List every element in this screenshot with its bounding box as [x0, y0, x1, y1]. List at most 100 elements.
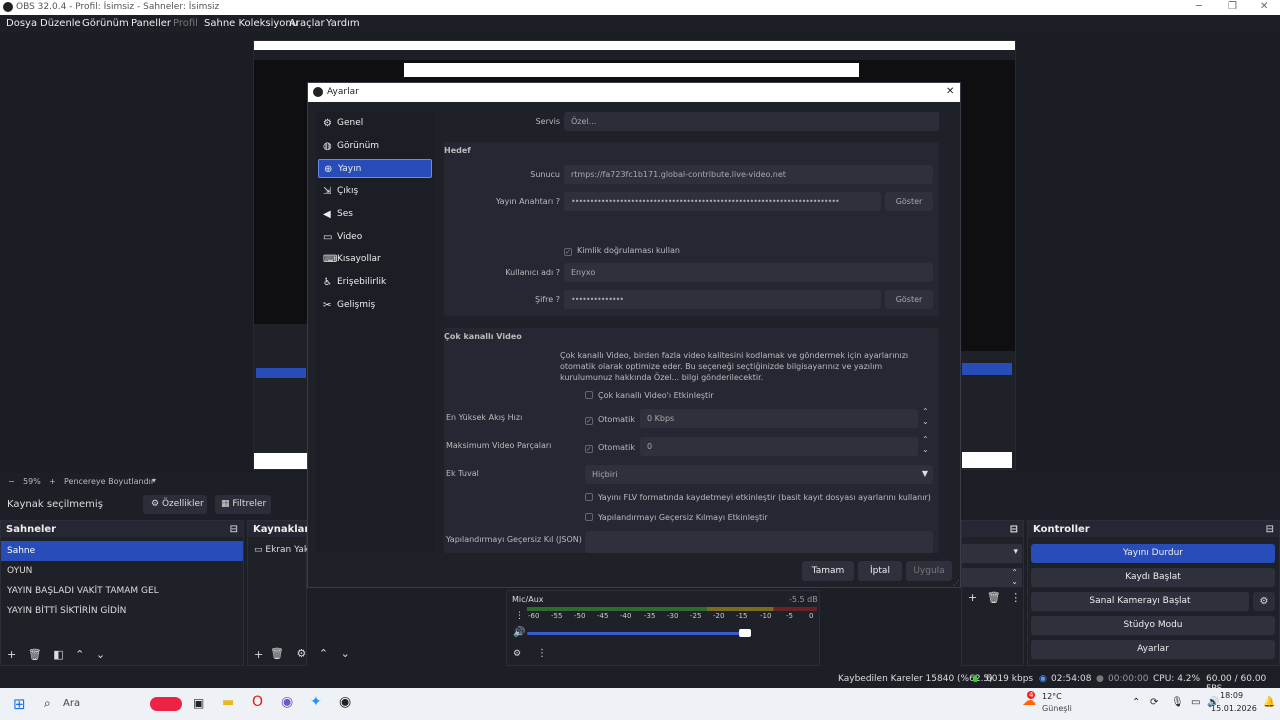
- max-tracks-auto-checkbox[interactable]: ✓ Otomatik: [585, 443, 635, 453]
- menu-dosya[interactable]: Dosya: [6, 18, 37, 29]
- maximize-icon[interactable]: ❐: [1228, 1, 1237, 12]
- close-icon[interactable]: ✕: [1260, 1, 1268, 12]
- cancel-button[interactable]: İptal: [858, 561, 902, 581]
- tray-sync-icon[interactable]: ⟳: [1150, 697, 1158, 708]
- up-arrow-icon[interactable]: ⌃: [75, 648, 84, 661]
- extra-canvas-select[interactable]: Hiçbiri ▼: [585, 465, 933, 484]
- service-select[interactable]: Özel... ▼: [564, 112, 939, 131]
- menu-duzenle[interactable]: Düzenle: [40, 18, 81, 29]
- mixer-more-icon[interactable]: ⋮: [537, 648, 547, 659]
- microphone-icon[interactable]: 🎙: [1171, 697, 1184, 708]
- resize-grip-icon[interactable]: ⋰: [953, 579, 960, 587]
- search-highlight-icon[interactable]: [150, 697, 182, 711]
- settings-scrollbar[interactable]: [939, 107, 949, 553]
- search-icon[interactable]: ⌕: [44, 696, 51, 711]
- filter-icon[interactable]: ◧: [53, 648, 63, 661]
- up-arrow-icon[interactable]: ⌃: [319, 647, 328, 660]
- vcam-settings-gear-icon[interactable]: ⚙: [1253, 592, 1275, 611]
- sidebar-item-erisebilirlik[interactable]: ♿ Erişebilirlik: [318, 273, 432, 292]
- sidebar-item-gorunum[interactable]: ◍ Görünüm: [318, 137, 432, 156]
- mixer-menu-icon[interactable]: ⋮: [515, 611, 524, 621]
- stop-stream-button[interactable]: Yayını Durdur: [1031, 544, 1275, 563]
- start-virtual-camera-button[interactable]: Sanal Kamerayı Başlat: [1031, 592, 1249, 611]
- source-item[interactable]: ▭ Ekran Yak: [254, 545, 309, 555]
- menu-paneller[interactable]: Paneller: [131, 18, 171, 29]
- username-input[interactable]: Enyxo: [564, 263, 933, 282]
- sidebar-item-genel[interactable]: ⚙ Genel: [318, 114, 432, 133]
- flv-checkbox[interactable]: Yayını FLV formatında kaydetmeyi etkinle…: [585, 493, 931, 502]
- show-key-button[interactable]: Göster: [885, 192, 933, 211]
- down-arrow-icon[interactable]: ⌄: [341, 647, 350, 660]
- trash-icon[interactable]: 🗑: [270, 647, 284, 660]
- dialog-close-icon[interactable]: ✕: [946, 86, 954, 97]
- volume-slider[interactable]: [527, 632, 747, 635]
- undock-icon[interactable]: ⊟: [230, 524, 238, 535]
- add-icon[interactable]: +: [968, 591, 977, 604]
- transition-select[interactable]: ▾: [962, 544, 1022, 563]
- minimize-icon[interactable]: ─: [1196, 1, 1202, 12]
- undock-icon[interactable]: ⊟: [1010, 524, 1018, 535]
- tray-chevron-icon[interactable]: ⌃: [1132, 697, 1140, 708]
- scene-item[interactable]: OYUN: [1, 561, 243, 581]
- help-icon[interactable]: ?: [556, 295, 560, 304]
- volume-slider-handle[interactable]: [739, 629, 751, 637]
- config-json-input[interactable]: [585, 531, 933, 553]
- trash-icon[interactable]: 🗑: [28, 648, 42, 661]
- help-icon[interactable]: ?: [556, 197, 560, 206]
- filters-button[interactable]: ▦ Filtreler: [215, 495, 271, 514]
- file-explorer-icon[interactable]: ▬: [222, 695, 234, 710]
- sidebar-item-gelismis[interactable]: ✂ Gelişmiş: [318, 296, 432, 315]
- spinbox-arrows-icon[interactable]: ⌃ ⌄: [922, 435, 929, 455]
- use-auth-checkbox[interactable]: ✓ Kimlik doğrulaması kullan: [564, 246, 680, 256]
- password-input[interactable]: ••••••••••••••: [564, 290, 881, 309]
- notification-icon[interactable]: 🔔: [1263, 697, 1275, 708]
- studio-mode-button[interactable]: Stüdyo Modu: [1031, 616, 1275, 635]
- gear-icon[interactable]: ⚙: [296, 647, 306, 660]
- add-icon[interactable]: +: [254, 648, 263, 661]
- mixer-settings-icon[interactable]: ⚙: [513, 649, 521, 659]
- discord-icon[interactable]: ◉: [281, 694, 293, 710]
- speaker-icon[interactable]: 🔊: [513, 627, 525, 638]
- sidebar-item-kisayollar[interactable]: ⌨ Kısayollar: [318, 250, 432, 269]
- server-input[interactable]: rtmps://fa723fc1b171.global-contribute.l…: [564, 165, 933, 184]
- windows-start-icon[interactable]: ⊞: [13, 695, 26, 713]
- menu-yardim[interactable]: Yardım: [326, 18, 360, 29]
- scene-item[interactable]: YAYIN BAŞLADI VAKİT TAMAM GEL: [1, 581, 243, 601]
- menu-araclar[interactable]: Araçlar: [289, 18, 325, 29]
- menu-sahne-koleksiyonu[interactable]: Sahne Koleksiyonu: [204, 18, 298, 29]
- settings-button[interactable]: Ayarlar: [1031, 640, 1275, 659]
- scene-item[interactable]: YAYIN BİTTİ SİKTİRİN GİDİN: [1, 601, 243, 621]
- show-password-button[interactable]: Göster: [885, 290, 933, 309]
- more-icon[interactable]: ⋮: [1010, 591, 1021, 604]
- taskbar-search[interactable]: Ara: [63, 698, 80, 709]
- help-icon[interactable]: ?: [556, 268, 560, 277]
- zoom-plus-icon[interactable]: +: [49, 477, 56, 486]
- add-icon[interactable]: +: [7, 648, 16, 661]
- menu-profil[interactable]: Profil: [173, 18, 198, 29]
- start-record-button[interactable]: Kaydı Başlat: [1031, 568, 1275, 587]
- sidebar-item-ses[interactable]: ◀ Ses: [318, 205, 432, 224]
- zoom-dropdown-icon[interactable]: ▾: [152, 476, 156, 485]
- enable-multitrack-checkbox[interactable]: Çok kanallı Video'ı Etkinleştir: [585, 391, 714, 400]
- config-override-checkbox[interactable]: Yapılandırmayı Geçersiz Kılmayı Etkinleş…: [585, 513, 768, 522]
- apply-button[interactable]: Uygula: [906, 561, 952, 581]
- undock-icon[interactable]: ⊟: [1266, 524, 1274, 535]
- obs-taskbar-icon[interactable]: ◉: [339, 694, 351, 710]
- menu-gorunum[interactable]: Görünüm: [82, 18, 129, 29]
- sidebar-item-video[interactable]: ▭ Video: [318, 228, 432, 247]
- settings-app-icon[interactable]: ✦: [310, 694, 322, 710]
- task-view-icon[interactable]: ▣: [193, 696, 204, 710]
- scene-item[interactable]: Sahne: [1, 541, 243, 561]
- opera-icon[interactable]: O: [252, 694, 263, 710]
- resize-to-window[interactable]: Pencereye Boyutlandır: [64, 477, 154, 486]
- max-bitrate-auto-checkbox[interactable]: ✓ Otomatik: [585, 415, 635, 425]
- down-arrow-icon[interactable]: ⌄: [96, 648, 105, 661]
- network-icon[interactable]: ▭: [1191, 697, 1200, 708]
- zoom-minus-icon[interactable]: −: [8, 477, 15, 486]
- trash-icon[interactable]: 🗑: [987, 591, 1001, 604]
- max-tracks-input[interactable]: 0: [640, 437, 918, 456]
- sidebar-item-cikis[interactable]: ⇲ Çıkış: [318, 182, 432, 201]
- properties-button[interactable]: ⚙ Özellikler: [143, 495, 207, 514]
- max-bitrate-input[interactable]: 0 Kbps: [640, 409, 918, 428]
- sidebar-item-yayin[interactable]: ⊕ Yayın: [318, 159, 432, 178]
